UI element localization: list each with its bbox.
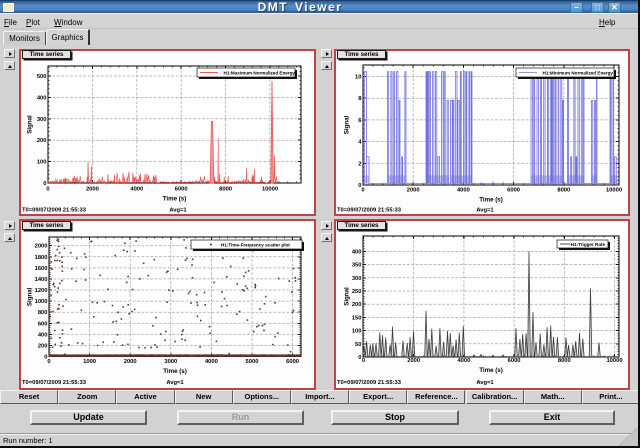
svg-text:300: 300 [352,276,362,282]
svg-text:100: 100 [37,160,47,166]
svg-text:1800: 1800 [35,255,48,261]
svg-text:1600: 1600 [35,266,48,272]
svg-text:10: 10 [355,75,361,81]
svg-text:H1:Time-Frequency scatter plot: H1:Time-Frequency scatter plot [221,242,290,247]
svg-text:H1:Minimum Normalized Energy: H1:Minimum Normalized Energy [543,70,614,75]
svg-text:4000: 4000 [457,358,470,364]
svg-text:6000: 6000 [175,187,188,193]
svg-text:0: 0 [358,183,361,189]
svg-text:500: 500 [37,74,47,80]
svg-text:6000: 6000 [508,358,521,364]
svg-text:100: 100 [352,329,362,335]
svg-text:0: 0 [43,181,46,187]
svg-text:T0=09/07/2009 21:55:33: T0=09/07/2009 21:55:33 [337,208,402,214]
svg-text:Signal: Signal [344,115,351,134]
svg-text:T0=09/07/2009 21:55:33: T0=09/07/2009 21:55:33 [22,208,87,214]
svg-text:400: 400 [38,332,48,338]
svg-text:400: 400 [37,95,47,101]
svg-text:800: 800 [38,310,48,316]
svg-text:2: 2 [358,161,361,167]
svg-text:1400: 1400 [35,277,48,283]
svg-text:4: 4 [358,140,362,146]
svg-text:400: 400 [352,249,362,255]
svg-text:600: 600 [38,321,48,327]
svg-text:2000: 2000 [86,187,99,193]
svg-text:4000: 4000 [205,359,218,365]
svg-text:0: 0 [362,358,365,364]
svg-text:4000: 4000 [457,188,470,194]
svg-text:Time (s): Time (s) [163,196,187,203]
svg-text:350: 350 [352,263,362,269]
svg-text:8: 8 [358,96,362,102]
svg-text:2000: 2000 [124,359,137,365]
svg-text:2000: 2000 [407,188,420,194]
svg-text:Avg=1: Avg=1 [476,380,494,386]
svg-text:Signal: Signal [27,287,34,306]
svg-text:8000: 8000 [219,187,232,193]
svg-text:1000: 1000 [83,359,96,365]
svg-text:200: 200 [38,343,48,349]
svg-text:8000: 8000 [557,188,570,194]
svg-text:10000: 10000 [262,187,278,193]
svg-text:150: 150 [352,315,362,321]
svg-text:6000: 6000 [286,359,299,365]
svg-text:T0=09/07/2009 21:55:33: T0=09/07/2009 21:55:33 [337,380,402,386]
svg-text:H1:Trigger Rate: H1:Trigger Rate [571,242,606,247]
svg-text:0: 0 [46,187,49,193]
svg-text:1200: 1200 [35,288,48,294]
svg-text:2000: 2000 [35,244,48,250]
svg-text:8000: 8000 [558,358,571,364]
svg-text:Avg=1: Avg=1 [166,380,184,386]
svg-text:250: 250 [352,289,362,295]
svg-text:6: 6 [358,118,362,124]
svg-text:1000: 1000 [35,299,48,305]
svg-text:10000: 10000 [606,358,622,364]
svg-text:Avg=1: Avg=1 [169,208,187,214]
svg-text:T0=09/07/2009 21:55:33: T0=09/07/2009 21:55:33 [22,380,87,386]
svg-text:200: 200 [37,138,47,144]
svg-text:Signal: Signal [27,115,34,134]
svg-text:Time (s): Time (s) [163,368,187,375]
svg-text:300: 300 [37,117,47,123]
svg-text:Time (s): Time (s) [479,367,503,374]
svg-text:4000: 4000 [130,187,143,193]
svg-text:Avg=1: Avg=1 [476,208,494,214]
svg-text:0: 0 [44,355,47,361]
svg-text:Signal: Signal [344,287,351,306]
svg-text:5000: 5000 [246,359,259,365]
svg-text:Time (s): Time (s) [479,197,503,204]
svg-text:200: 200 [352,302,362,308]
svg-text:0: 0 [361,188,364,194]
svg-text:2000: 2000 [407,358,420,364]
svg-text:H1:Maximum Normalized Energy: H1:Maximum Normalized Energy [224,70,296,75]
svg-text:3000: 3000 [164,359,177,365]
svg-text:6000: 6000 [507,188,520,194]
svg-text:10000: 10000 [606,188,622,194]
svg-text:0: 0 [358,355,361,361]
svg-text:0: 0 [47,359,50,365]
svg-text:50: 50 [355,342,361,348]
